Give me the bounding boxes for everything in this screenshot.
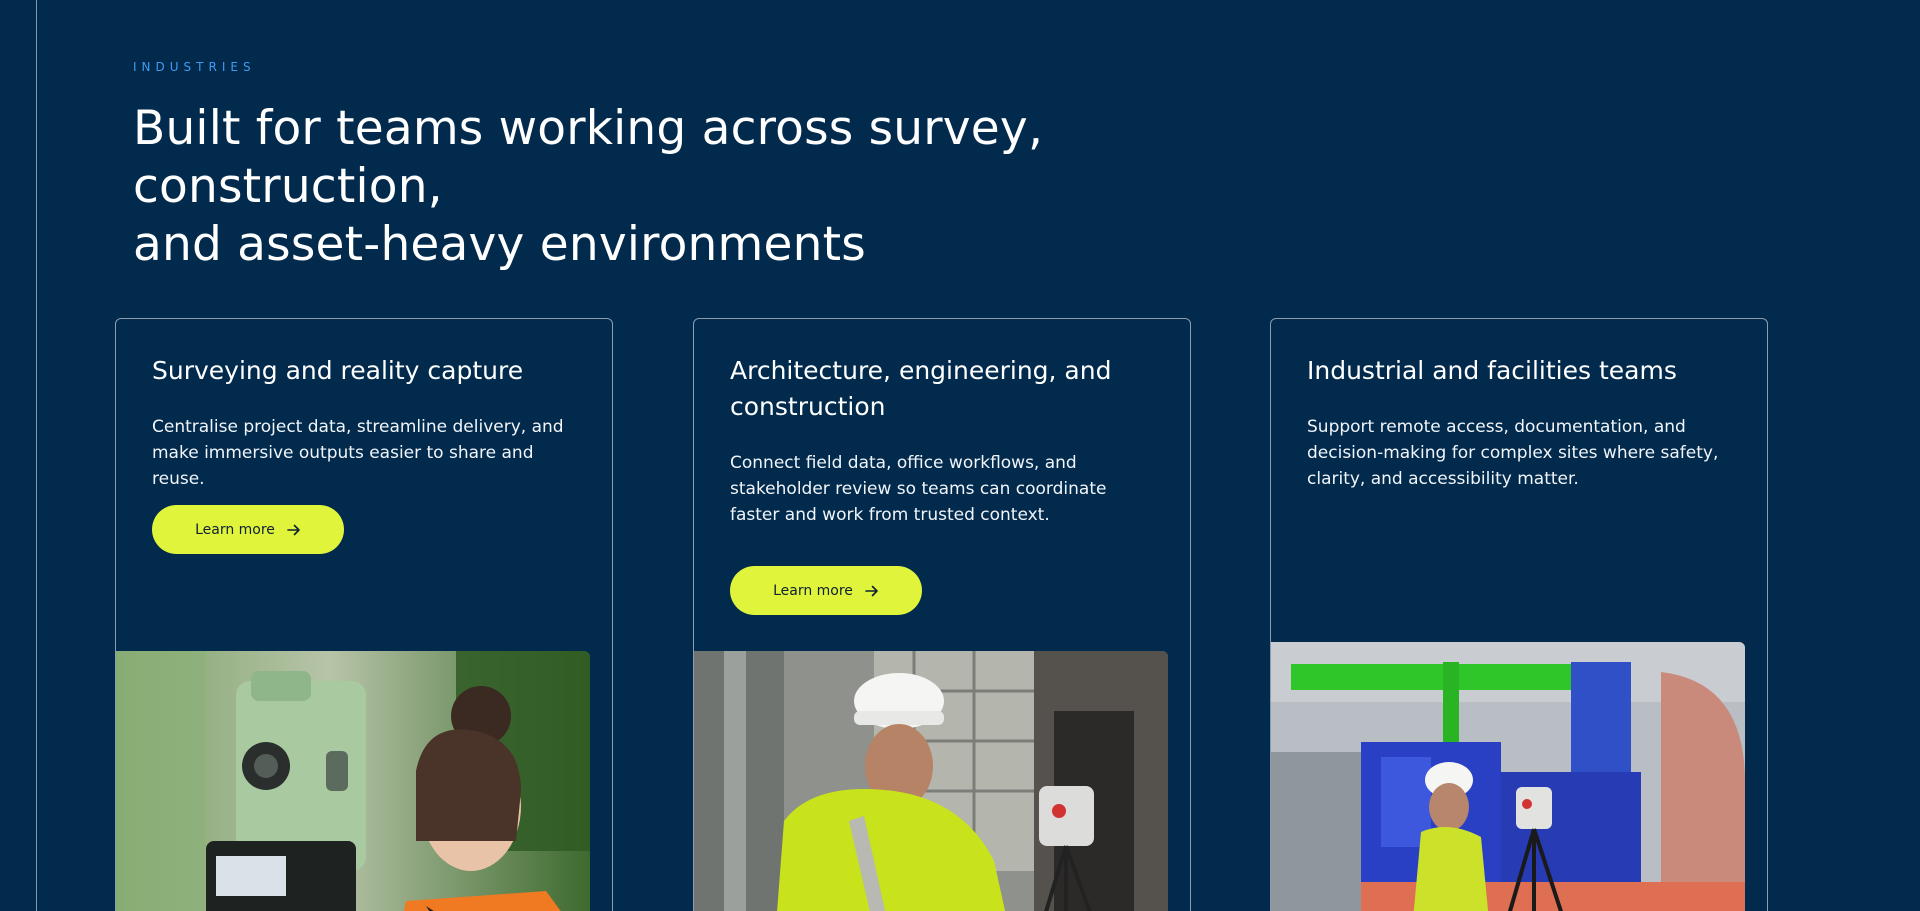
industry-card-aec: Architecture, engineering, and construct… (693, 318, 1191, 911)
learn-more-label: Learn more (773, 582, 853, 599)
learn-more-button[interactable]: Learn more (730, 566, 922, 615)
card-title: Architecture, engineering, and construct… (730, 356, 1112, 421)
learn-more-label: Learn more (195, 521, 275, 538)
learn-more-button[interactable]: Learn more (152, 505, 344, 554)
section-title: Built for teams working across survey, c… (133, 100, 1313, 274)
left-border-line (36, 0, 37, 911)
section-title-line-2: and asset-heavy environments (133, 217, 866, 272)
card-description: Centralise project data, streamline deli… (152, 417, 564, 489)
section-title-line-1: Built for teams working across survey, c… (133, 101, 1044, 214)
industry-card-industrial: Industrial and facilities teams Support … (1270, 318, 1768, 911)
section-eyebrow: INDUSTRIES (133, 60, 256, 74)
card-description: Support remote access, documentation, an… (1307, 417, 1719, 489)
arrow-right-icon (287, 523, 301, 537)
card-title: Surveying and reality capture (152, 356, 524, 385)
arrow-right-icon (865, 584, 879, 598)
industries-section: INDUSTRIES Built for teams working acros… (0, 0, 1920, 911)
card-title: Industrial and facilities teams (1307, 356, 1677, 385)
industrial-plant-scanner-photo (1271, 642, 1745, 911)
card-description: Connect field data, office workflows, an… (730, 453, 1107, 525)
total-station-surveyor-photo (116, 651, 590, 911)
construction-worker-scanner-photo (694, 651, 1168, 911)
industry-card-surveying: Surveying and reality capture Centralise… (115, 318, 613, 911)
